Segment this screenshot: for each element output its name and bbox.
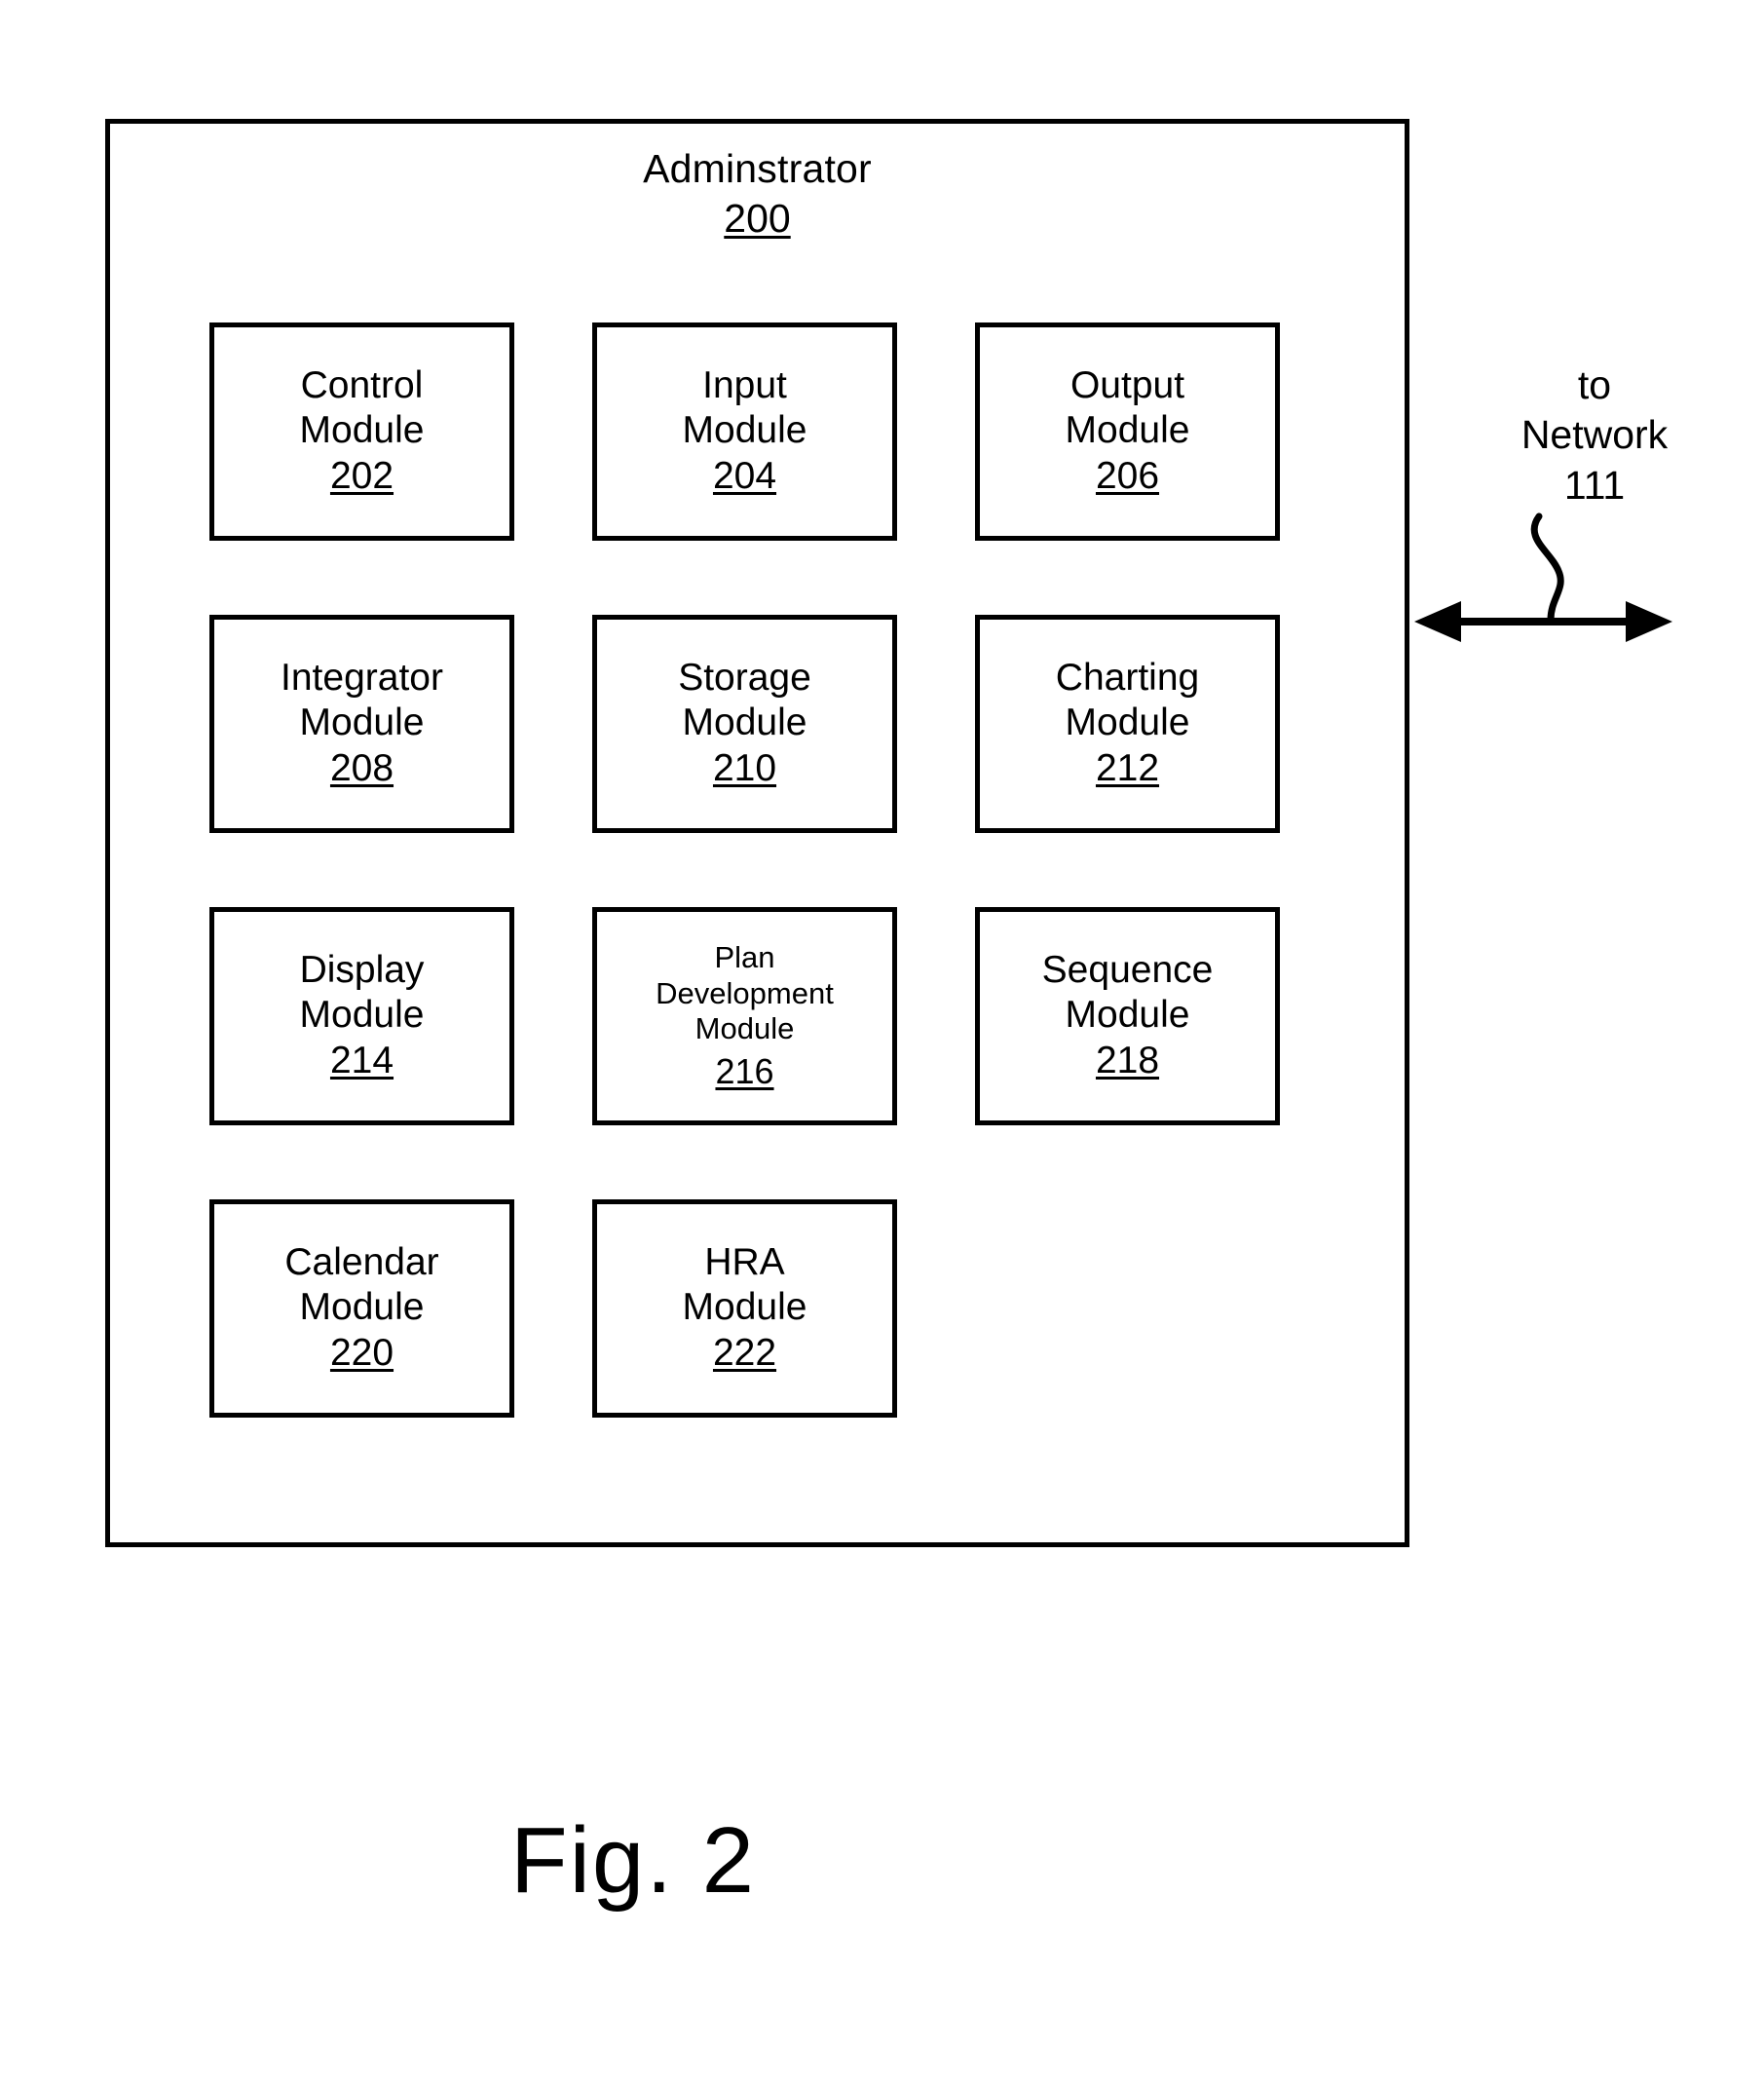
module-label-line: Input xyxy=(702,364,787,407)
empty-slot xyxy=(975,1199,1280,1418)
module-reference-numeral: 206 xyxy=(1096,454,1159,500)
module-box-storage-module[interactable]: Storage Module 210 xyxy=(592,615,897,833)
module-box-display-module[interactable]: Display Module 214 xyxy=(209,907,514,1125)
module-label-line: Module xyxy=(682,1285,807,1328)
module-box-calendar-module[interactable]: Calendar Module 220 xyxy=(209,1199,514,1418)
module-label-line: Calendar xyxy=(284,1241,439,1284)
module-box-output-module[interactable]: Output Module 206 xyxy=(975,322,1280,541)
module-reference-numeral: 216 xyxy=(715,1050,773,1092)
module-label-line: Module xyxy=(1065,993,1190,1036)
module-reference-numeral: 214 xyxy=(330,1039,394,1084)
module-label-line: Charting xyxy=(1055,657,1200,700)
module-box-control-module[interactable]: Control Module 202 xyxy=(209,322,514,541)
reference-numeral-206: 206 xyxy=(1095,454,1160,497)
module-row: Display Module 214 Plan Development Module 216… xyxy=(209,907,1315,1125)
reference-numeral-208: 208 xyxy=(329,746,394,789)
module-box-integrator-module[interactable]: Integrator Module 208 xyxy=(209,615,514,833)
module-reference-numeral: 210 xyxy=(713,746,776,792)
module-label-line: Output xyxy=(1070,364,1185,407)
module-box-charting-module[interactable]: Charting Module 212 xyxy=(975,615,1280,833)
squiggle-leader-icon xyxy=(1530,512,1564,624)
module-label-line: Plan xyxy=(714,940,775,975)
network-label: to Network 111 xyxy=(1468,360,1721,511)
module-row: Integrator Module 208 Storage Module 210 Chart… xyxy=(209,615,1315,833)
reference-numeral-220: 220 xyxy=(329,1331,394,1374)
arrowhead-left xyxy=(1414,601,1461,642)
network-label-line-3: 111 xyxy=(1563,462,1626,508)
module-label-line: Control xyxy=(300,364,424,407)
figure-caption: Fig. 2 xyxy=(509,1808,757,1913)
network-label-line-1: to xyxy=(1577,362,1612,407)
reference-numeral-214: 214 xyxy=(329,1039,394,1081)
network-label-line-2: Network xyxy=(1520,412,1669,458)
double-headed-arrow-icon xyxy=(1414,512,1672,642)
module-label-line: Module xyxy=(682,701,807,743)
module-label-line: HRA xyxy=(704,1241,785,1284)
module-reference-numeral: 220 xyxy=(330,1331,394,1377)
module-label-line: Development xyxy=(656,975,834,1010)
module-reference-numeral: 222 xyxy=(713,1331,776,1377)
module-label-line: Module xyxy=(299,408,425,451)
module-reference-numeral: 212 xyxy=(1096,746,1159,792)
reference-numeral-204: 204 xyxy=(712,454,777,497)
reference-numeral-222: 222 xyxy=(712,1331,777,1374)
module-reference-numeral: 204 xyxy=(713,454,776,500)
module-label-line: Module xyxy=(299,1285,425,1328)
module-label-line: Module xyxy=(1065,701,1190,743)
reference-numeral-202: 202 xyxy=(329,454,394,497)
module-box-input-module[interactable]: Input Module 204 xyxy=(592,322,897,541)
module-grid: Control Module 202 Input Module 204 Output Modu… xyxy=(209,322,1315,1492)
module-row: Calendar Module 220 HRA Module 222 xyxy=(209,1199,1315,1418)
module-label-line: Sequence xyxy=(1041,949,1214,992)
administrator-container: Adminstrator 200 Control Module 202 Input Mo… xyxy=(105,119,1409,1547)
module-label-line: Module xyxy=(299,993,425,1036)
reference-numeral-216: 216 xyxy=(715,1050,774,1091)
network-connector: to Network 111 xyxy=(1414,360,1764,711)
module-label-line: Module xyxy=(1065,408,1190,451)
module-reference-numeral: 208 xyxy=(330,746,394,792)
administrator-title: Adminstrator xyxy=(643,146,872,191)
module-label-line: Module xyxy=(682,408,807,451)
administrator-heading: Adminstrator 200 xyxy=(110,145,1405,243)
reference-numeral-210: 210 xyxy=(712,746,777,789)
module-label-line: Module xyxy=(694,1011,795,1046)
module-label-line: Integrator xyxy=(281,657,443,700)
module-reference-numeral: 218 xyxy=(1096,1039,1159,1084)
module-reference-numeral: 202 xyxy=(330,454,394,500)
module-box-plan-development-module[interactable]: Plan Development Module 216 xyxy=(592,907,897,1125)
reference-numeral-212: 212 xyxy=(1095,746,1160,789)
arrowhead-right xyxy=(1626,601,1672,642)
module-label-line: Display xyxy=(299,949,425,992)
module-row: Control Module 202 Input Module 204 Output Modu… xyxy=(209,322,1315,541)
reference-numeral-200: 200 xyxy=(724,196,791,242)
administrator-reference-numeral: 200 xyxy=(110,195,1405,242)
module-label-line: Module xyxy=(299,701,425,743)
reference-numeral-218: 218 xyxy=(1095,1039,1160,1081)
module-box-sequence-module[interactable]: Sequence Module 218 xyxy=(975,907,1280,1125)
module-label-line: Storage xyxy=(678,657,811,700)
module-box-hra-module[interactable]: HRA Module 222 xyxy=(592,1199,897,1418)
